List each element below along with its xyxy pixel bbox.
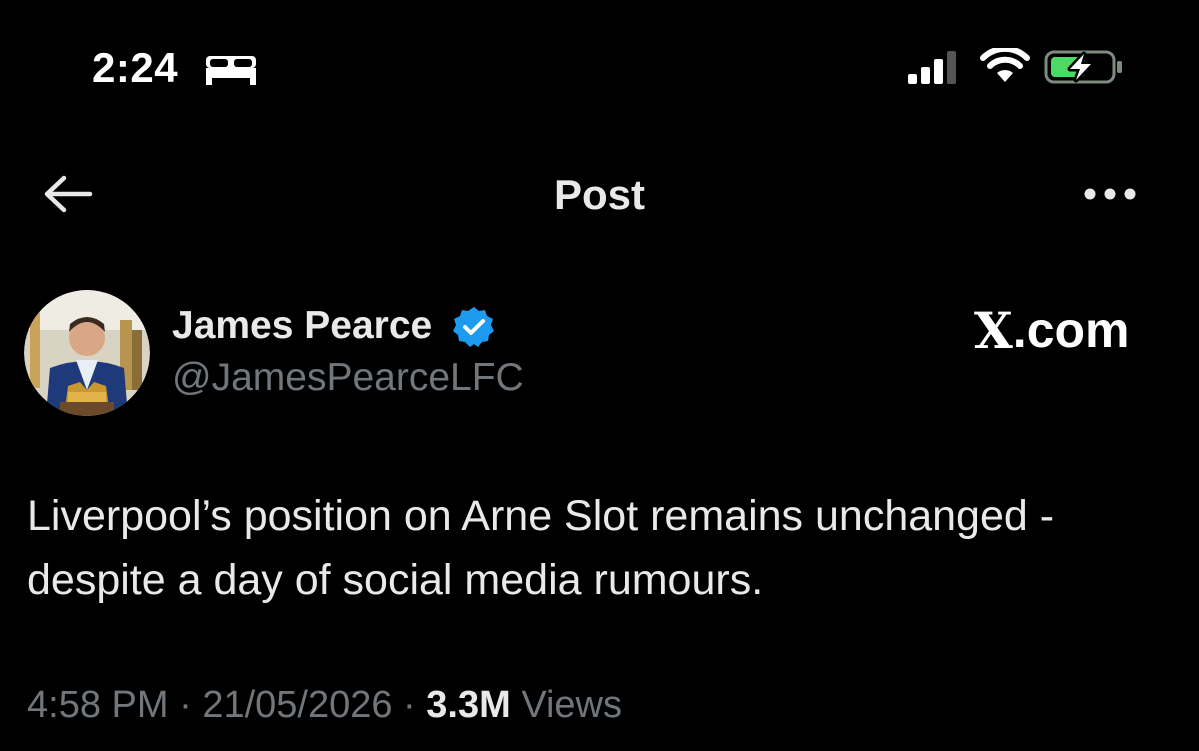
- more-icon[interactable]: [1082, 182, 1138, 206]
- x-logo-letter: X: [974, 300, 1013, 360]
- signal-icon: [908, 51, 956, 84]
- views-label[interactable]: Views: [511, 684, 622, 726]
- battery-charging-icon: [1044, 50, 1122, 84]
- author-name[interactable]: James Pearce: [172, 304, 432, 348]
- avatar[interactable]: [24, 290, 150, 416]
- views-count[interactable]: 3.3M: [426, 684, 510, 726]
- post-time: 4:58 PM: [27, 684, 169, 726]
- page-title: Post: [553, 171, 645, 218]
- x-logo-suffix: .com: [1012, 302, 1130, 358]
- author-handle[interactable]: @JamesPearceLFC: [172, 356, 524, 400]
- verified-badge-icon: [453, 307, 494, 347]
- meta-separator: ·: [392, 684, 427, 726]
- post-date: 21/05/2026: [202, 684, 393, 726]
- bed-icon: [206, 56, 256, 85]
- post-text: Liverpool’s position on Arne Slot remain…: [27, 492, 1055, 604]
- x-com-logo: X .com: [974, 300, 1148, 360]
- wifi-icon: [980, 48, 1030, 82]
- status-time: 2:24: [92, 44, 179, 91]
- post-meta: 4:58 PM · 21/05/2026 · 3.3M Views: [27, 684, 622, 727]
- meta-separator: ·: [168, 684, 203, 726]
